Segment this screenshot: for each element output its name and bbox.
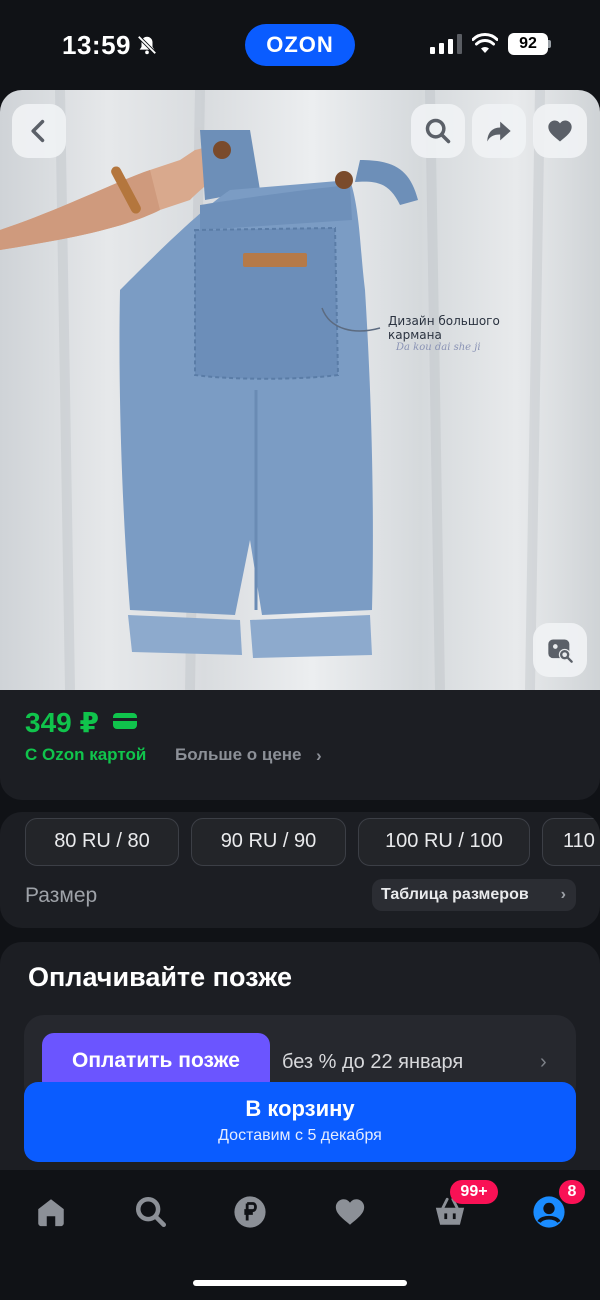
ozon-card-icon [113,713,137,729]
cart-count-badge: 99+ [450,1180,498,1204]
signal-icon [430,34,462,54]
find-similar-button[interactable] [533,623,587,677]
size-panel: 80 RU / 80 90 RU / 90 100 RU / 100 110 Р… [0,812,600,928]
add-to-cart-label: В корзину [245,1096,355,1121]
image-search-icon [548,639,573,663]
product-image[interactable]: Дизайн большого кармана Da kou dai she j… [0,90,600,690]
nav-search[interactable] [131,1192,171,1232]
ruble-icon [234,1196,266,1228]
price-value: 349 ₽ [25,707,99,738]
nav-home[interactable] [31,1192,71,1232]
more-about-price-link[interactable]: Больше о цене [175,745,302,765]
pay-later-title: Оплачивайте позже [28,962,292,992]
search-icon [135,1196,167,1228]
ozon-logo: OZON [245,24,355,66]
size-option[interactable]: 90 RU / 90 [191,818,346,866]
annotation-line-1: Дизайн большого [388,314,500,328]
battery-tip [548,40,551,48]
chevron-right-icon: › [316,746,322,765]
nav-favorites[interactable] [330,1192,370,1232]
size-option[interactable]: 100 RU / 100 [358,818,530,866]
overalls-photo [0,90,545,690]
annotation-sub: Da kou dai she ji [396,342,481,353]
bell-slash-icon [137,35,157,55]
nav-finance[interactable] [230,1192,270,1232]
add-to-cart-button[interactable]: В корзину Доставим с 5 декабря [24,1082,576,1162]
image-search-button[interactable] [411,104,465,158]
status-bar: 13:59 OZON 92 [0,0,600,90]
search-icon [425,118,451,144]
profile-icon [533,1196,565,1228]
back-button[interactable] [12,104,66,158]
home-icon [38,1199,64,1227]
heart-icon [335,1199,365,1225]
share-icon [487,121,511,142]
size-option[interactable]: 80 RU / 80 [25,818,179,866]
size-label: Размер [25,884,98,907]
home-indicator[interactable] [193,1280,407,1286]
share-button[interactable] [472,104,526,158]
chevron-left-icon [31,119,45,143]
favorite-button[interactable] [533,104,587,158]
size-table-label: Таблица размеров [381,886,529,903]
image-annotation: Дизайн большого кармана [388,314,500,342]
status-time: 13:59 [62,30,131,60]
price-panel: 349 ₽ С Ozon картой Больше о цене › [0,690,600,800]
size-option[interactable]: 110 [542,818,600,866]
wifi-icon [472,33,498,53]
battery-icon: 92 [508,33,548,55]
size-table-button[interactable]: Таблица размеров › [372,879,576,911]
annotation-line-2: кармана [388,328,442,342]
chevron-right-icon: › [540,1051,547,1073]
delivery-date-label: Доставим с 5 декабря [218,1127,382,1144]
ozon-card-label: С Ozon картой [25,745,147,764]
chevron-right-icon: › [560,886,566,903]
pay-later-terms: без % до 22 января [282,1051,464,1073]
heart-icon [548,120,572,142]
profile-notification-badge: 8 [559,1180,585,1204]
